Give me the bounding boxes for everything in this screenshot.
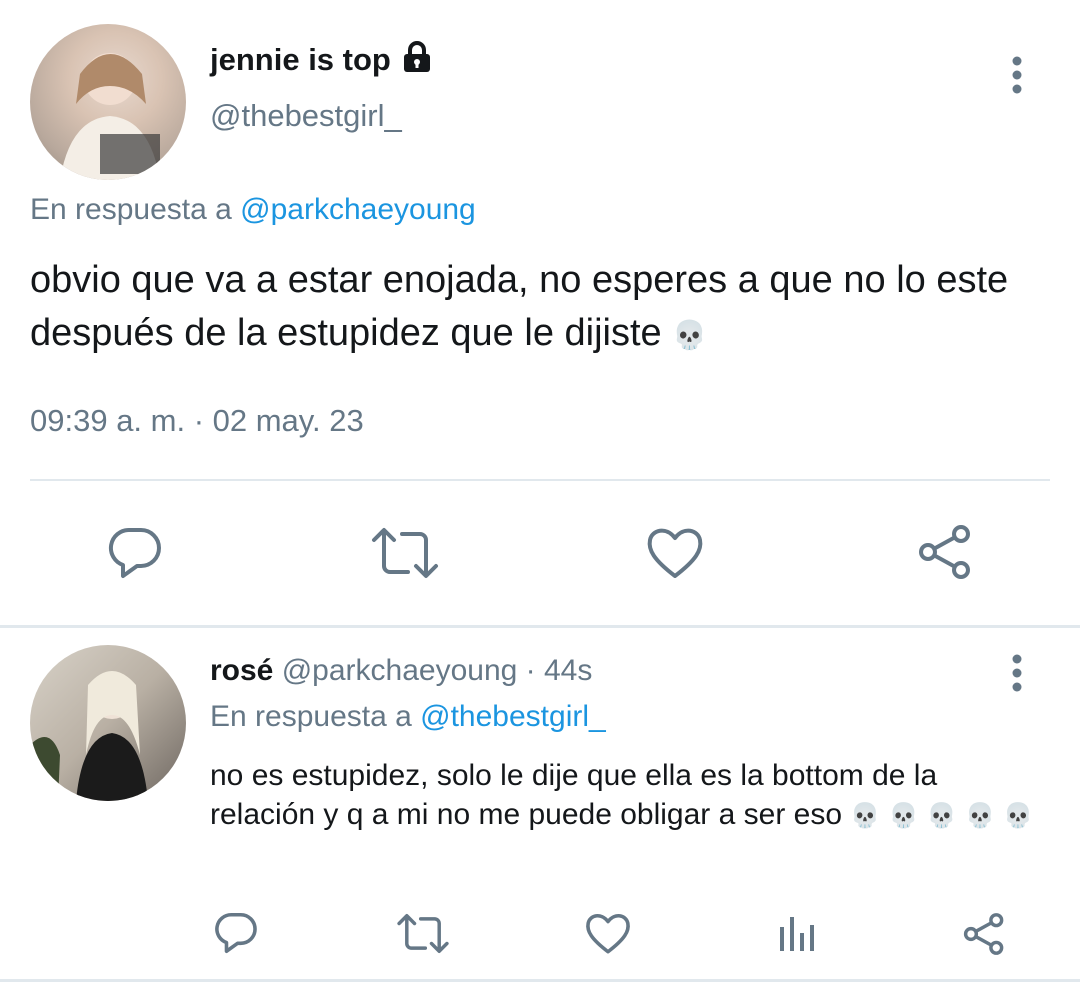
reply-prefix: En respuesta a: [30, 193, 232, 226]
reply-icon[interactable]: [210, 908, 262, 958]
avatar-main[interactable]: [30, 24, 186, 180]
skull-emoji: 💀: [888, 801, 919, 830]
main-reply-context: En respuesta a @parkchaeyoung: [30, 193, 476, 227]
skull-emoji: 💀: [850, 801, 881, 830]
heart-icon[interactable]: [642, 522, 708, 584]
reply-context: En respuesta a @thebestgirl_: [210, 700, 606, 734]
retweet-icon[interactable]: [368, 522, 442, 584]
skull-emoji: 💀: [926, 801, 957, 830]
main-author-name[interactable]: jennie is top: [210, 42, 391, 78]
reply-tweet-text: no es estupidez, solo le dije que ella e…: [210, 756, 1040, 836]
reply-prefix: En respuesta a: [210, 700, 412, 733]
reply-icon[interactable]: [100, 522, 170, 584]
skull-emoji: 💀: [672, 318, 708, 352]
main-tweet-body: obvio que va a estar enojada, no esperes…: [30, 259, 1009, 354]
share-icon[interactable]: [958, 908, 1010, 960]
reply-time-ago: · 44s: [525, 654, 593, 687]
section-divider: [0, 625, 1080, 628]
reply-author-name[interactable]: rosé: [210, 654, 273, 687]
analytics-icon[interactable]: [772, 908, 820, 958]
retweet-icon[interactable]: [394, 908, 452, 958]
reply-header: rosé @parkchaeyoung · 44s: [210, 654, 592, 688]
bottom-divider: [0, 979, 1080, 982]
avatar-reply-illustration: [30, 671, 148, 801]
main-tweet-text: obvio que va a estar enojada, no esperes…: [30, 254, 1050, 361]
heart-icon[interactable]: [582, 908, 634, 958]
reply-to-link[interactable]: @thebestgirl_: [420, 700, 606, 733]
avatar-reply[interactable]: [30, 645, 186, 801]
divider: [30, 479, 1050, 481]
reply-tweet-body: no es estupidez, solo le dije que ella e…: [210, 759, 938, 831]
share-icon[interactable]: [912, 520, 978, 584]
skull-emoji: 💀: [1003, 801, 1034, 830]
skull-emoji: 💀: [965, 801, 995, 830]
reply-to-link[interactable]: @parkchaeyoung: [240, 193, 476, 226]
lock-icon: [400, 40, 434, 79]
avatar-main-illustration: [60, 53, 160, 180]
main-timestamp[interactable]: 09:39 a. m. · 02 may. 23: [30, 403, 364, 439]
reply-author-handle[interactable]: @parkchaeyoung: [282, 654, 518, 687]
more-vertical-icon[interactable]: [1000, 650, 1034, 696]
more-vertical-icon[interactable]: [1000, 52, 1034, 98]
main-author-handle[interactable]: @thebestgirl_: [210, 98, 402, 134]
